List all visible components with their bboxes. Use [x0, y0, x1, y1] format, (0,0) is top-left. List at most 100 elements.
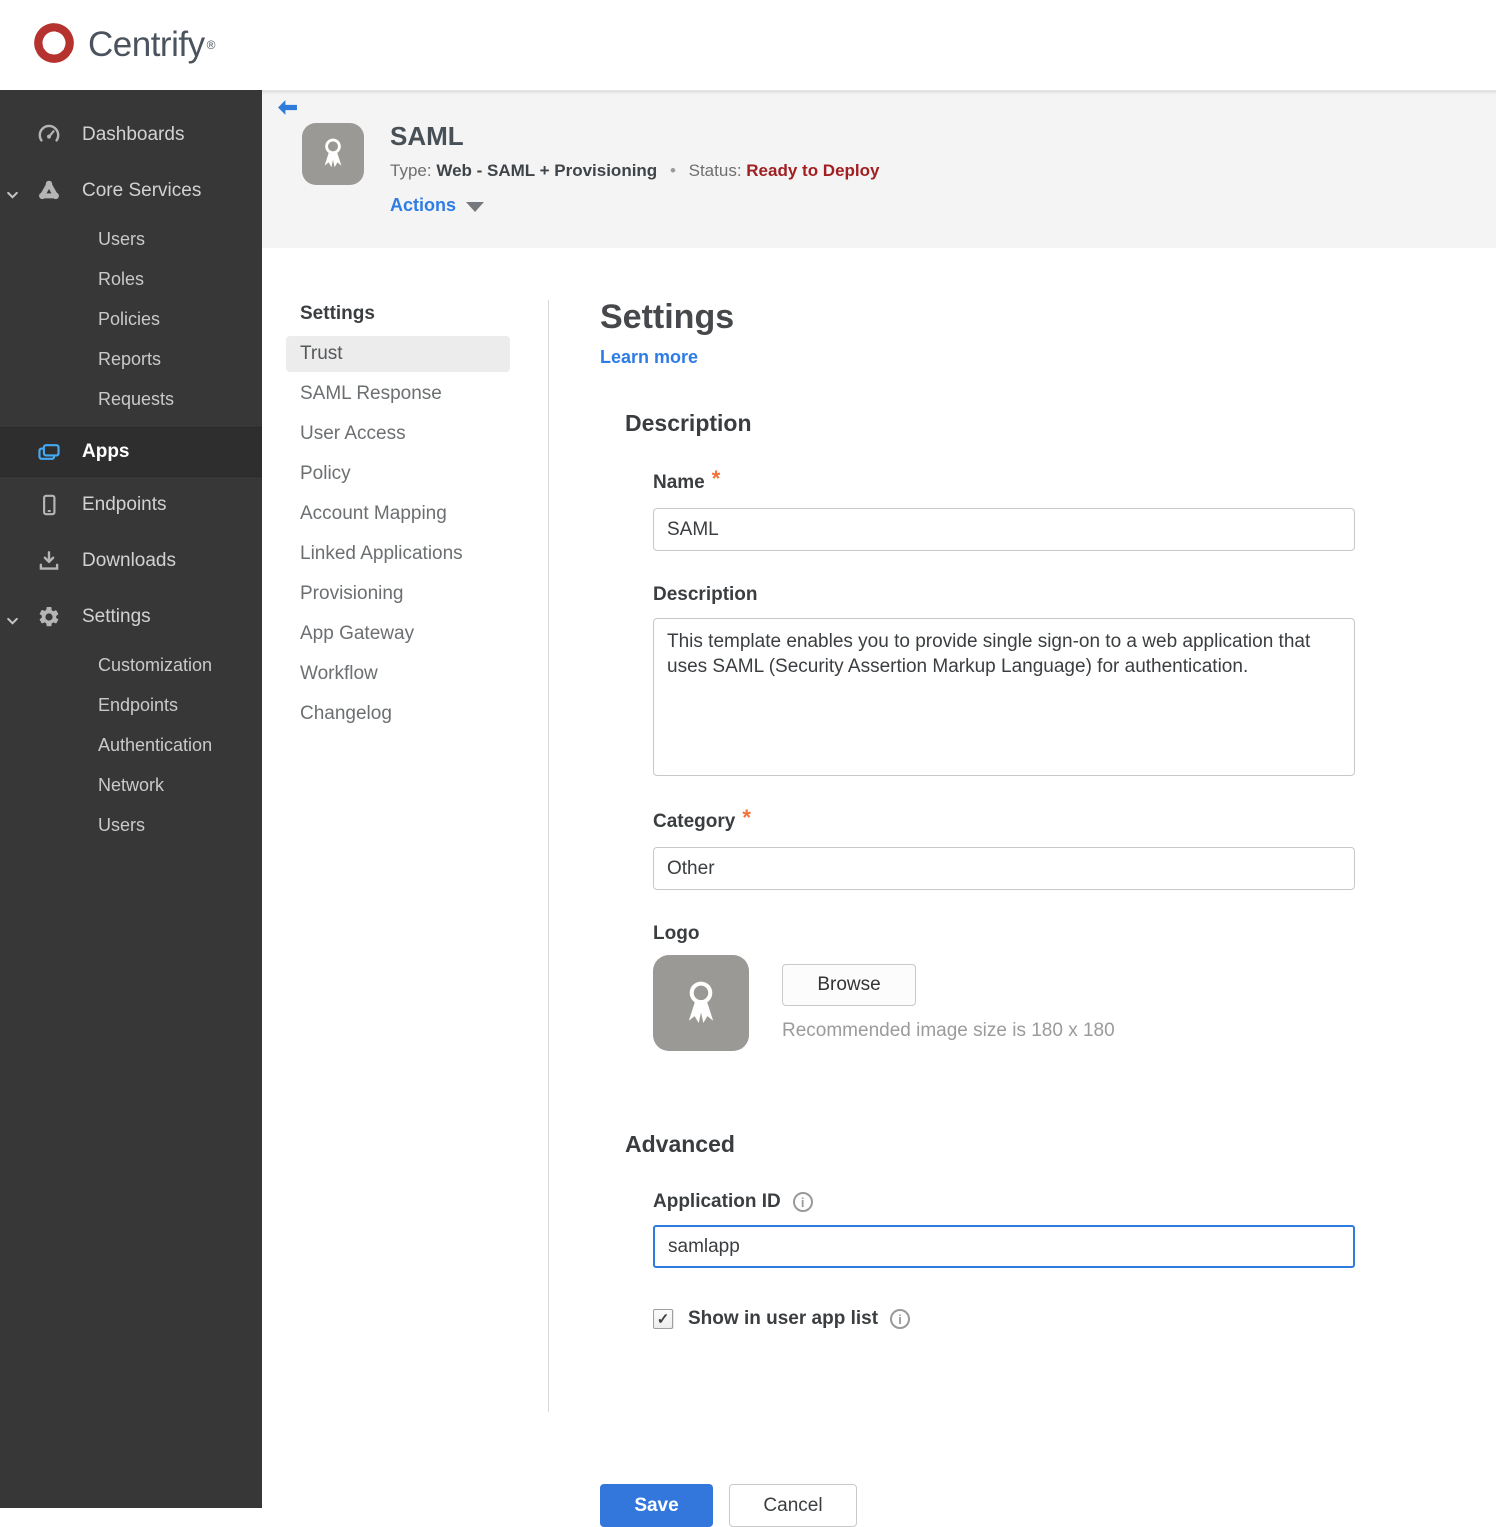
show-in-app-list-label: Show in user app list — [688, 1308, 879, 1329]
sidebar-item-core-services[interactable]: Core Services — [0, 163, 262, 219]
back-arrow-icon[interactable] — [277, 99, 298, 121]
settings-form: Settings Learn more Description Name * D… — [549, 248, 1355, 1527]
name-input[interactable] — [653, 508, 1355, 551]
subnav-item-account-mapping[interactable]: Account Mapping — [300, 494, 548, 534]
app-meta-line: Type: Web - SAML + Provisioning • Status… — [390, 161, 879, 181]
sidebar-item-label: Endpoints — [82, 494, 167, 515]
sidebar-item-network[interactable]: Network — [0, 765, 262, 805]
section-description: Description Name * Description This temp… — [600, 410, 1355, 1051]
sidebar-item-label: Core Services — [82, 180, 202, 201]
sidebar-item-label: Downloads — [82, 550, 176, 571]
status-value: Ready to Deploy — [746, 161, 880, 180]
logo-size-hint: Recommended image size is 180 x 180 — [782, 1020, 1115, 1041]
section-advanced: Advanced Application ID i ✓ Show in user… — [600, 1131, 1355, 1330]
show-in-app-list-checkbox[interactable]: ✓ — [653, 1309, 673, 1329]
logo-preview — [653, 955, 749, 1051]
sidebar-item-endpoints[interactable]: Endpoints — [0, 477, 262, 533]
gauge-icon — [36, 122, 62, 148]
brand-name: Centrify — [88, 25, 205, 64]
sidebar-item-label: Authentication — [98, 734, 213, 755]
sidebar-item-users[interactable]: Users — [0, 219, 262, 259]
content-body: Settings Trust SAML Response User Access… — [262, 248, 1496, 1527]
sidebar-item-customization[interactable]: Customization — [0, 645, 262, 685]
subnav-item-workflow[interactable]: Workflow — [300, 654, 548, 694]
sidebar-item-authentication[interactable]: Authentication — [0, 725, 262, 765]
application-id-field-group: Application ID i — [653, 1191, 1355, 1268]
sidebar-item-label: Policies — [98, 308, 161, 329]
subnav-item-label: User Access — [300, 423, 406, 444]
sidebar-item-downloads[interactable]: Downloads — [0, 533, 262, 589]
sidebar-item-reports[interactable]: Reports — [0, 339, 262, 379]
sidebar-item-label: Reports — [98, 348, 162, 369]
required-asterisk: * — [742, 805, 751, 830]
application-id-input[interactable] — [653, 1225, 1355, 1268]
app-header: SAML Type: Web - SAML + Provisioning • S… — [262, 90, 1496, 248]
sidebar-item-roles[interactable]: Roles — [0, 259, 262, 299]
required-asterisk: * — [711, 466, 721, 491]
centrify-logo: Centrify ® — [30, 19, 215, 72]
description-textarea[interactable]: This template enables you to provide sin… — [653, 618, 1355, 776]
subnav-item-label: Policy — [300, 463, 351, 484]
sidebar-item-label: Dashboards — [82, 124, 185, 145]
logo-label: Logo — [653, 923, 700, 944]
sidebar-item-settings[interactable]: Settings — [0, 589, 262, 645]
sidebar-item-label: Settings — [82, 606, 151, 627]
sidebar-item-settings-users[interactable]: Users — [0, 805, 262, 845]
sidebar-item-apps[interactable]: Apps — [0, 427, 262, 477]
subnav-item-linked-applications[interactable]: Linked Applications — [300, 534, 548, 574]
form-actions: Save Cancel — [600, 1484, 1355, 1527]
download-icon — [36, 548, 62, 574]
info-icon[interactable]: i — [890, 1309, 911, 1329]
page-title: Settings — [600, 298, 735, 336]
save-button[interactable]: Save — [600, 1484, 713, 1527]
sidebar-item-requests[interactable]: Requests — [0, 379, 262, 419]
info-icon[interactable]: i — [792, 1192, 813, 1212]
subnav-item-label: Linked Applications — [300, 543, 463, 564]
sidebar-item-settings-endpoints[interactable]: Endpoints — [0, 685, 262, 725]
type-label: Type: — [390, 161, 432, 180]
smartphone-icon — [36, 492, 62, 518]
category-field-group: Category * — [653, 805, 1355, 890]
description-label: Description — [653, 584, 758, 605]
centrify-logo-icon — [30, 19, 78, 72]
chevron-down-icon — [6, 611, 19, 633]
subnav-item-user-access[interactable]: User Access — [300, 414, 548, 454]
subnav-item-label: Workflow — [300, 663, 378, 684]
sidebar-item-dashboards[interactable]: Dashboards — [0, 107, 262, 163]
category-input[interactable] — [653, 847, 1355, 890]
top-bar: Centrify ® — [0, 0, 1496, 90]
gear-icon — [36, 605, 62, 629]
actions-dropdown[interactable]: Actions — [390, 195, 879, 216]
subnav-item-changelog[interactable]: Changelog — [300, 694, 548, 734]
sidebar-item-label: Apps — [82, 441, 130, 462]
subnav-item-label: Account Mapping — [300, 503, 447, 524]
cancel-button[interactable]: Cancel — [729, 1484, 857, 1527]
settings-subnav: Settings Trust SAML Response User Access… — [262, 248, 548, 1527]
subnav-header: Settings — [300, 303, 375, 324]
app-title: SAML — [390, 121, 464, 151]
subnav-item-label: Changelog — [300, 703, 392, 724]
browse-button[interactable]: Browse — [782, 964, 916, 1006]
logo-field-group: Logo Browse Recommended image size is 18… — [653, 923, 1355, 1051]
sidebar-nav: Dashboards Core Services Users Roles Pol… — [0, 90, 262, 1508]
main-content: SAML Type: Web - SAML + Provisioning • S… — [262, 90, 1496, 1527]
subnav-item-label: Provisioning — [300, 583, 404, 604]
sidebar-item-policies[interactable]: Policies — [0, 299, 262, 339]
registered-mark: ® — [206, 38, 216, 52]
description-field-group: Description This template enables you to… — [653, 584, 1355, 776]
section-title-advanced: Advanced — [625, 1131, 735, 1157]
app-header-text: SAML Type: Web - SAML + Provisioning • S… — [390, 121, 879, 248]
subnav-item-label: App Gateway — [300, 623, 415, 644]
category-label: Category — [653, 811, 736, 832]
subnav-item-saml-response[interactable]: SAML Response — [300, 374, 548, 414]
status-label: Status: — [688, 161, 742, 180]
subnav-item-provisioning[interactable]: Provisioning — [300, 574, 548, 614]
sidebar-item-label: Endpoints — [98, 694, 179, 715]
subnav-item-app-gateway[interactable]: App Gateway — [300, 614, 548, 654]
learn-more-link[interactable]: Learn more — [600, 347, 698, 368]
subnav-item-trust[interactable]: Trust — [286, 336, 510, 372]
app-logo-tile — [302, 123, 364, 185]
sidebar-item-label: Requests — [98, 388, 175, 409]
name-label: Name — [653, 472, 705, 493]
subnav-item-policy[interactable]: Policy — [300, 454, 548, 494]
